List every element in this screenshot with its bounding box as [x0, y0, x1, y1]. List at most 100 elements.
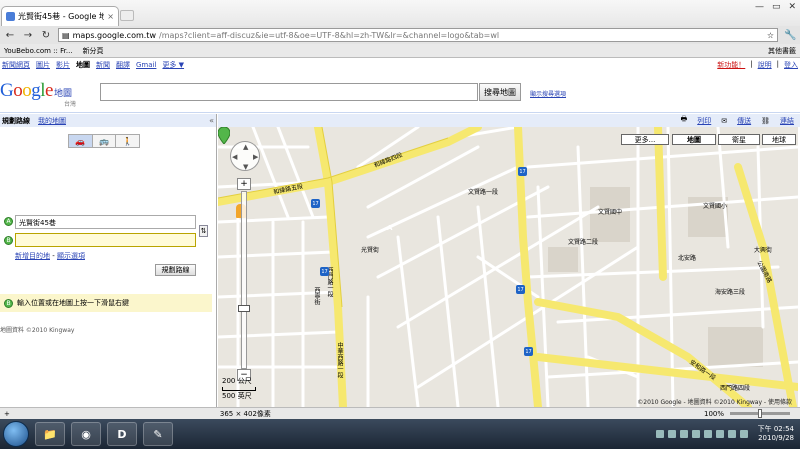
map-type-satellite-button[interactable]: 衛星 [718, 134, 760, 145]
viewer-status-bar: + 365 × 402像素 100% [0, 407, 800, 419]
street-label: 文賢路二段 [568, 239, 599, 246]
tray-icon[interactable] [703, 430, 712, 438]
scale-metric: 200 公尺 [222, 377, 252, 385]
start-button[interactable] [3, 421, 29, 447]
pin-a-icon: A [4, 217, 13, 226]
tray-icon[interactable] [739, 430, 748, 438]
travel-mode-selector: 🚗 🚌 🚶 [68, 134, 140, 148]
wrench-icon[interactable]: 🔧 [784, 30, 796, 41]
separator: | [750, 60, 753, 68]
minimize-icon[interactable]: — [755, 2, 764, 12]
send-link[interactable]: 傳送 [737, 116, 751, 126]
transit-mode-icon[interactable]: 🚌 [92, 135, 117, 147]
car-mode-icon[interactable]: 🚗 [69, 135, 93, 147]
google-bar: 新聞網頁 圖片 影片 地圖 新聞 翻譯 Gmail 更多 ▼ 新功能！ | 說明… [0, 58, 800, 72]
pan-control[interactable]: ▲ ◀ ▶ ▼ [230, 141, 260, 171]
map-type-map-button[interactable]: 地圖 [672, 134, 716, 145]
gbar-link-videos[interactable]: 影片 [56, 60, 70, 70]
start-location-input[interactable]: 光賢街45巷 [15, 215, 196, 229]
tray-icon[interactable] [727, 430, 736, 438]
tab-my-maps[interactable]: 我的地圖 [38, 116, 66, 126]
logo-text: Google [0, 80, 53, 101]
address-bar[interactable]: ▤ maps.google.com.tw/maps?client=aff-dis… [58, 28, 778, 42]
street-label: 大興街 [754, 247, 773, 254]
swap-icon[interactable]: ⇅ [199, 225, 208, 237]
show-options-link[interactable]: 顯示選項 [57, 252, 85, 260]
gbar-link-web[interactable]: 新聞網頁 [2, 60, 30, 70]
street-label: 文賢國中 [598, 209, 623, 216]
print-icon[interactable]: 🖶 [681, 115, 688, 126]
link-link[interactable]: 連結 [780, 116, 794, 126]
search-input[interactable] [100, 83, 478, 101]
pan-left-icon[interactable]: ◀ [232, 153, 237, 161]
gbar-link-more[interactable]: 更多 ▼ [162, 60, 184, 70]
tab-directions[interactable]: 規劃路線 [2, 116, 30, 126]
google-maps-logo[interactable]: Google地圖 台灣 [0, 80, 100, 110]
gbar-link-news[interactable]: 新聞 [96, 60, 110, 70]
map-canvas[interactable]: ▲ ◀ ▶ ▼ + − 更多... 地圖 衛星 地球 和緯路四段 和緯路五段 西… [218, 127, 798, 407]
help-link[interactable]: 說明 [758, 60, 772, 70]
pan-up-icon[interactable]: ▲ [243, 143, 248, 151]
street-label: 光賢街 [361, 247, 380, 254]
street-label: 文賢國小 [703, 203, 728, 210]
chrome-taskbar-icon[interactable]: ◉ [71, 422, 101, 446]
walk-mode-icon[interactable]: 🚶 [116, 135, 140, 147]
paint-taskbar-icon[interactable]: ✎ [143, 422, 173, 446]
print-link[interactable]: 列印 [697, 116, 711, 126]
page: 新聞網頁 圖片 影片 地圖 新聞 翻譯 Gmail 更多 ▼ 新功能！ | 說明… [0, 58, 800, 407]
tray-icon[interactable] [655, 430, 664, 438]
tray-icon[interactable] [691, 430, 700, 438]
link-icon[interactable]: ⛓ [761, 117, 770, 125]
gbar-link-gmail[interactable]: Gmail [136, 61, 156, 69]
bookmarks-bar: YouBebo.com :: Fr... 新分頁 其他書籤 [0, 44, 800, 58]
zoom-slider-track[interactable] [241, 191, 247, 369]
gbar-link-images[interactable]: 圖片 [36, 60, 50, 70]
other-bookmarks[interactable]: 其他書籤 [768, 46, 796, 56]
forward-icon[interactable]: → [22, 30, 34, 41]
pan-down-icon[interactable]: ▼ [243, 163, 248, 171]
browser-tab[interactable]: 光賢街45巷 - Google 地圖 × [1, 6, 119, 26]
tray-icon[interactable] [679, 430, 688, 438]
explorer-taskbar-icon[interactable]: 📁 [35, 422, 65, 446]
search-options-link[interactable]: 顯示搜尋選項 [530, 89, 566, 98]
new-feature-link[interactable]: 新功能！ [717, 60, 745, 70]
add-icon[interactable]: + [4, 410, 10, 418]
back-icon[interactable]: ← [4, 30, 16, 41]
reload-icon[interactable]: ↻ [40, 30, 52, 41]
clock[interactable]: 下午 02:54 2010/9/28 [758, 425, 794, 443]
star-icon[interactable]: ☆ [767, 31, 774, 40]
email-icon[interactable]: ✉ [721, 117, 727, 125]
route-badge: 17 [320, 267, 329, 276]
bookmark-item[interactable]: 新分頁 [83, 46, 104, 56]
tray-icon[interactable] [715, 430, 724, 438]
new-tab-button[interactable] [120, 10, 134, 21]
app-d-taskbar-icon[interactable]: D [107, 422, 137, 446]
zoom-slider-thumb[interactable] [238, 305, 250, 312]
add-destination-link[interactable]: 新增目的地 [15, 252, 50, 260]
zoom-percent: 100% [703, 409, 724, 418]
gbar-link-maps[interactable]: 地圖 [76, 60, 90, 70]
maximize-icon[interactable]: ▭ [772, 2, 781, 12]
zoom-slider-thumb[interactable] [758, 409, 762, 418]
login-link[interactable]: 登入 [784, 60, 798, 70]
tray-icon[interactable] [667, 430, 676, 438]
map-type-more-button[interactable]: 更多... [621, 134, 669, 145]
browser-toolbar: ← → ↻ ▤ maps.google.com.tw/maps?client=a… [0, 26, 800, 44]
route-links: 新增目的地 - 顯示選項 [15, 251, 85, 261]
gbar-link-translate[interactable]: 翻譯 [116, 60, 130, 70]
map-type-earth-button[interactable]: 地球 [762, 134, 796, 145]
link-separator: - [50, 252, 57, 260]
zoom-in-button[interactable]: + [237, 178, 251, 190]
get-directions-button[interactable]: 規劃路線 [155, 264, 196, 276]
pan-right-icon[interactable]: ▶ [253, 153, 258, 161]
tab-close-icon[interactable]: × [107, 12, 114, 21]
zoom-slider[interactable] [730, 409, 790, 418]
bookmark-item[interactable]: YouBebo.com :: Fr... [4, 47, 73, 55]
close-window-icon[interactable]: ✕ [788, 2, 796, 12]
location-marker-a-icon[interactable] [218, 127, 230, 144]
destination-input[interactable] [15, 233, 196, 247]
pin-b-icon: B [4, 236, 13, 245]
route-badge: 17 [516, 285, 525, 294]
collapse-panel-icon[interactable]: « [209, 116, 214, 125]
search-maps-button[interactable]: 搜尋地圖 [479, 83, 521, 101]
